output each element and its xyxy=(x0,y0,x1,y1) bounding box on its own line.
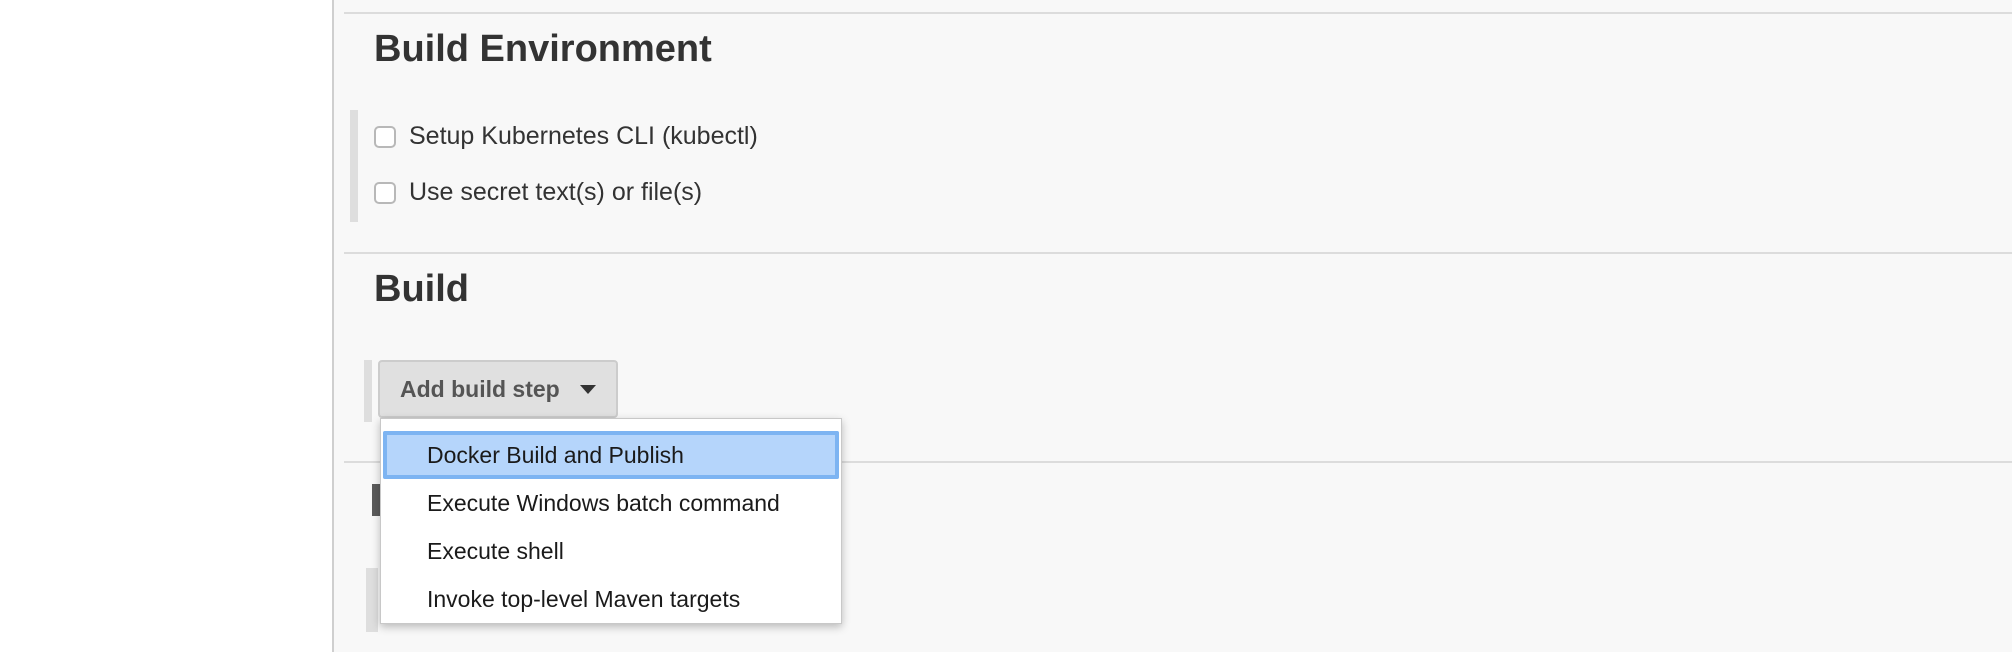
build-group-bar xyxy=(364,360,372,422)
obscured-section-title xyxy=(372,484,380,516)
option-secret-text[interactable]: Use secret text(s) or file(s) xyxy=(374,178,702,207)
secret-text-label: Use secret text(s) or file(s) xyxy=(409,178,703,206)
kubernetes-cli-checkbox[interactable] xyxy=(374,125,396,148)
config-main: Build Environment Setup Kubernetes CLI (… xyxy=(334,0,2012,652)
build-environment-title: Build Environment xyxy=(374,28,712,70)
menu-item-docker-build-publish[interactable]: Docker Build and Publish xyxy=(383,431,839,479)
build-title: Build xyxy=(374,268,469,310)
add-build-step-button[interactable]: Add build step xyxy=(378,360,618,418)
add-build-step-label: Add build step xyxy=(400,375,560,402)
section-divider xyxy=(344,252,2012,254)
left-panel xyxy=(0,0,334,652)
obscured-group-bar xyxy=(366,568,378,632)
build-environment-group-bar xyxy=(350,110,358,222)
caret-down-icon xyxy=(579,384,596,394)
add-build-step-menu: Docker Build and Publish Execute Windows… xyxy=(380,418,842,624)
secret-text-checkbox[interactable] xyxy=(374,181,396,204)
menu-item-execute-windows-batch[interactable]: Execute Windows batch command xyxy=(381,479,841,527)
menu-item-invoke-maven-targets[interactable]: Invoke top-level Maven targets xyxy=(381,575,841,623)
kubernetes-cli-label: Setup Kubernetes CLI (kubectl) xyxy=(409,122,758,150)
menu-item-execute-shell[interactable]: Execute shell xyxy=(381,527,841,575)
option-kubernetes-cli[interactable]: Setup Kubernetes CLI (kubectl) xyxy=(374,122,758,151)
section-divider xyxy=(344,12,2012,14)
